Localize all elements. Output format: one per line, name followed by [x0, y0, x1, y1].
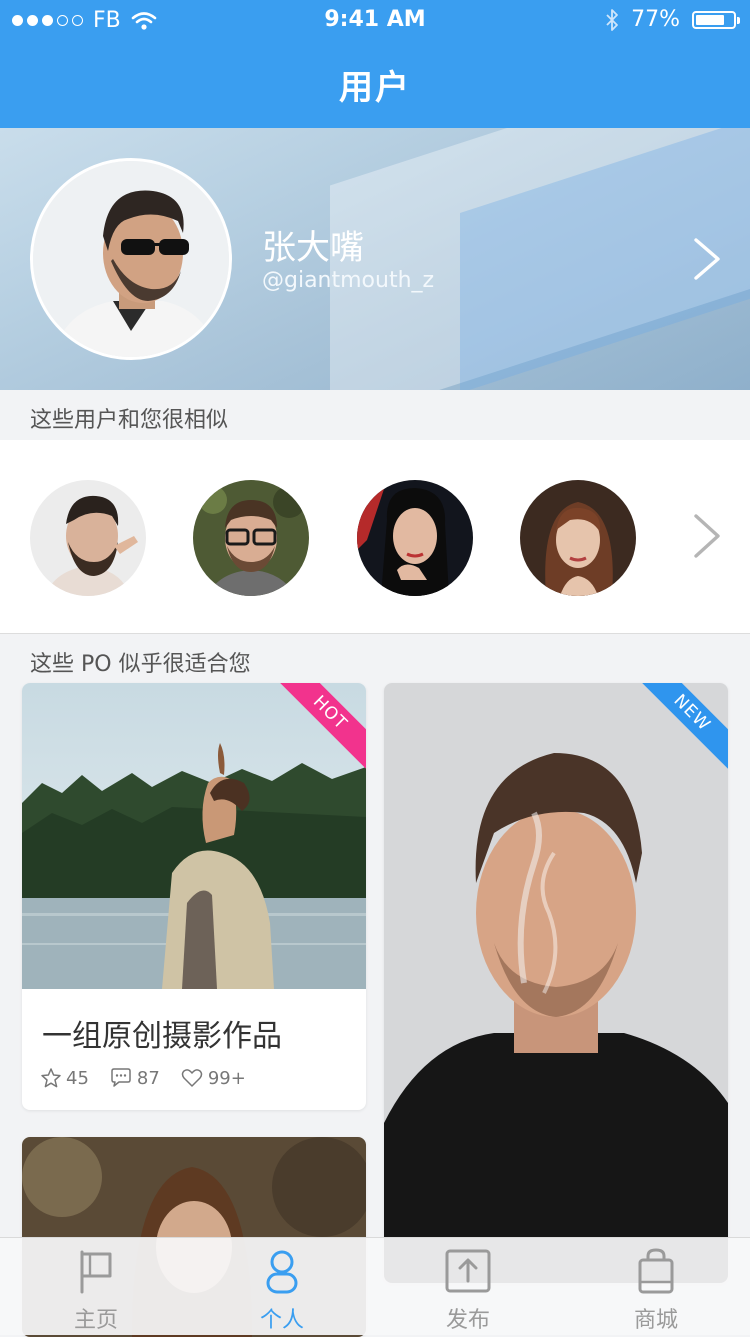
- tab-label: 个人: [259, 1308, 304, 1333]
- post-card[interactable]: NEW: [384, 683, 728, 1283]
- post-title: 一组原创摄影作品: [42, 1019, 282, 1054]
- person-icon: [266, 1250, 298, 1294]
- post-card[interactable]: HOT 一组原创摄影作品 45 87 99+: [22, 683, 366, 1110]
- like-count: 99+: [207, 1067, 246, 1089]
- bluetooth-icon: [606, 8, 618, 31]
- similar-user-avatar[interactable]: [357, 480, 473, 596]
- tab-profile[interactable]: 个人: [232, 1248, 332, 1334]
- similar-user-avatar[interactable]: [193, 480, 309, 596]
- status-bar: FB 9:41 AM 77%: [0, 0, 750, 40]
- upload-icon: [445, 1249, 491, 1293]
- shopping-bag-icon: [638, 1248, 674, 1294]
- profile-name: 张大嘴: [262, 228, 364, 268]
- post-photo: [22, 683, 366, 989]
- similar-users-heading: 这些用户和您很相似: [30, 408, 229, 433]
- page-title: 用户: [339, 68, 411, 108]
- tab-label: 发布: [445, 1308, 490, 1333]
- comment-icon: [111, 1068, 131, 1087]
- flag-icon: [80, 1250, 112, 1294]
- similar-user-avatar[interactable]: [30, 480, 146, 596]
- profile-header[interactable]: 张大嘴 @giantmouth_z: [0, 128, 750, 390]
- comment-count: 87: [136, 1067, 160, 1089]
- tab-bar: 主页 个人 发布 商城: [0, 1237, 750, 1335]
- similar-users-row: [0, 440, 750, 634]
- recommended-posts-heading: 这些 PO 似乎很适合您: [30, 652, 251, 677]
- like-stat[interactable]: 99+: [180, 1067, 246, 1089]
- favorite-count: 45: [66, 1067, 89, 1089]
- battery-icon: [692, 10, 740, 29]
- tab-label: 主页: [73, 1308, 118, 1333]
- chevron-right-icon[interactable]: [690, 512, 724, 560]
- tab-home[interactable]: 主页: [46, 1248, 146, 1334]
- similar-user-avatar[interactable]: [520, 480, 636, 596]
- profile-handle: @giantmouth_z: [262, 268, 435, 293]
- chevron-right-icon[interactable]: [690, 236, 726, 282]
- profile-avatar[interactable]: [30, 158, 232, 360]
- battery-percent: 77%: [631, 7, 680, 32]
- tab-publish[interactable]: 发布: [418, 1248, 518, 1334]
- heart-icon: [181, 1069, 203, 1087]
- star-icon: [41, 1068, 61, 1088]
- tab-label: 商城: [633, 1308, 678, 1333]
- top-bar: FB 9:41 AM 77% 用户: [0, 0, 750, 128]
- comment-stat[interactable]: 87: [109, 1067, 160, 1089]
- post-photo: [384, 683, 728, 1283]
- favorite-stat[interactable]: 45: [40, 1067, 89, 1089]
- tab-shop[interactable]: 商城: [606, 1248, 706, 1334]
